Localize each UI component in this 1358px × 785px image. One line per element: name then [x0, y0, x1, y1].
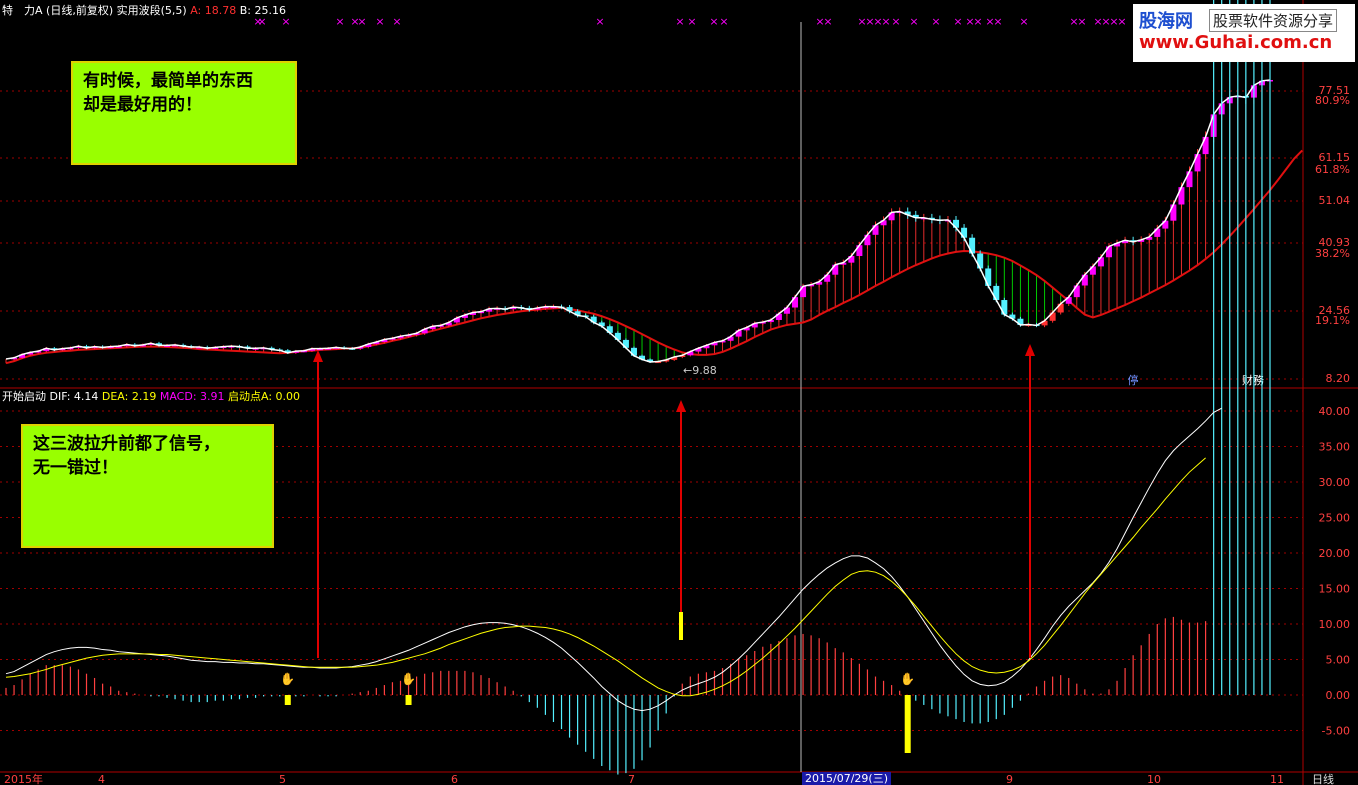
brand-slogan: 股票软件资源分享	[1209, 9, 1338, 32]
top-marker: ×	[1117, 15, 1126, 28]
x-axis-label: 4	[98, 773, 105, 785]
candle-body	[977, 253, 984, 269]
candle-body	[1001, 300, 1008, 315]
signal-bar	[405, 695, 412, 705]
top-marker: ×	[709, 15, 718, 28]
top-marker: ×	[675, 15, 684, 28]
x-axis-label: 10	[1147, 773, 1161, 785]
top-marker: ×	[973, 15, 982, 28]
arrow-head	[313, 350, 323, 362]
macd-axis-label: 10.00	[1319, 618, 1351, 631]
x-axis-label: 2015年	[4, 772, 43, 785]
b-value: B: 25.16	[239, 4, 286, 17]
stock-name: 特 力A	[2, 4, 43, 17]
arrow-yellow-tail	[679, 612, 683, 640]
macd-axis-label: -5.00	[1322, 725, 1350, 738]
a-value: A: 18.78	[190, 4, 237, 17]
pct-axis-label: 80.9%	[1315, 94, 1350, 107]
candle-body	[1178, 187, 1185, 205]
header-bar: 特 力A (日线,前复权) 实用波段(5,5) A: 18.78 B: 25.1…	[2, 4, 286, 18]
macd-axis-label: 5.00	[1326, 654, 1351, 667]
top-marker: ×	[719, 15, 728, 28]
macd-axis-label: 30.00	[1319, 476, 1351, 489]
candle-body	[993, 285, 1000, 301]
low-price-label: ←9.88	[683, 364, 717, 377]
brand-url: www.Guhai.com.cn	[1139, 32, 1333, 53]
hand-icon: ✋	[401, 672, 416, 686]
candle-body	[1186, 171, 1193, 188]
top-marker: ×	[392, 15, 401, 28]
signal-bar	[904, 695, 911, 753]
x-axis-label: 6	[451, 773, 458, 785]
candle-body	[969, 237, 976, 254]
signal-bar	[284, 695, 291, 705]
brand-logo: 股海网 股票软件资源分享 www.Guhai.com.cn	[1133, 4, 1355, 62]
sub-indicator-name: 开始启动	[2, 390, 46, 403]
top-marker: ×	[891, 15, 900, 28]
top-marker: ×	[1019, 15, 1028, 28]
top-marker: ×	[909, 15, 918, 28]
candle-body	[985, 268, 992, 286]
brand-name: 股海网	[1139, 11, 1193, 32]
macd-axis-label: 0.00	[1326, 689, 1351, 702]
hand-icon: ✋	[900, 672, 915, 686]
subheader-bar: 开始启动 DIF: 4.14 DEA: 2.19 MACD: 3.91 启动点A…	[2, 390, 300, 404]
top-marker: ×	[335, 15, 344, 28]
arrow-head	[676, 400, 686, 412]
macd-axis-label: 40.00	[1319, 405, 1351, 418]
top-marker: ×	[687, 15, 696, 28]
hand-icon: ✋	[280, 672, 295, 686]
period-label: 日线	[1312, 772, 1334, 785]
dif-value: DIF: 4.14	[49, 390, 99, 403]
x-axis-label: 11	[1270, 773, 1284, 785]
top-marker: ×	[357, 15, 366, 28]
date-cursor-tag: 2015/07/29(三)	[802, 772, 891, 785]
start-point-value: 启动点A: 0.00	[228, 390, 301, 403]
top-marker: ×	[931, 15, 940, 28]
pct-axis-label: 19.1%	[1315, 314, 1350, 327]
note-top: 有时候，最简单的东西 却是最好用的！	[71, 61, 297, 165]
macd-axis-label: 15.00	[1319, 583, 1351, 596]
candle-body	[1202, 136, 1209, 155]
macd-axis-label: 35.00	[1319, 441, 1351, 454]
top-marker: ×	[881, 15, 890, 28]
indicator-name: 实用波段(5,5)	[116, 4, 187, 17]
mode-label: (日线,前复权)	[46, 4, 114, 17]
top-marker: ×	[595, 15, 604, 28]
pct-axis-label: 38.2%	[1315, 247, 1350, 260]
pct-axis-label: 61.8%	[1315, 163, 1350, 176]
dea-value: DEA: 2.19	[101, 390, 157, 403]
macd-axis-label: 20.00	[1319, 547, 1351, 560]
date-cursor-label: 2015/07/29(三)	[805, 772, 888, 785]
top-marker: ×	[953, 15, 962, 28]
top-marker: ×	[1077, 15, 1086, 28]
candle-body	[1170, 204, 1177, 221]
note-bottom: 这三波拉升前都了信号， 无一错过！	[21, 424, 274, 548]
macd-value: MACD: 3.91	[159, 390, 225, 403]
x-axis-label: 7	[628, 773, 635, 785]
macd-axis-label: 25.00	[1319, 512, 1351, 525]
stop-tag: 停	[1128, 373, 1139, 387]
top-marker: ×	[993, 15, 1002, 28]
x-axis-label: 9	[1006, 773, 1013, 785]
top-marker: ×	[823, 15, 832, 28]
top-marker: ×	[375, 15, 384, 28]
arrow-head	[1025, 344, 1035, 356]
candle-body	[1194, 154, 1201, 172]
price-axis-label: 51.04	[1319, 194, 1351, 207]
price-axis-label: 8.20	[1326, 372, 1351, 385]
x-axis-label: 5	[279, 773, 286, 785]
